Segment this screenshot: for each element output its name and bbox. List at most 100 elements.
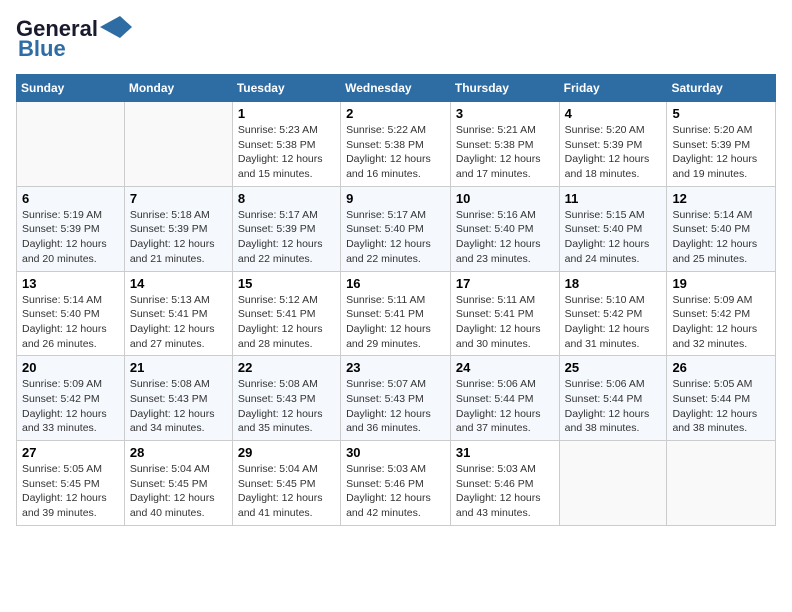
day-number: 6: [22, 191, 119, 206]
calendar-week-row: 27 Sunrise: 5:05 AMSunset: 5:45 PMDayligh…: [17, 441, 776, 526]
calendar-cell: 4 Sunrise: 5:20 AMSunset: 5:39 PMDaylight…: [559, 102, 667, 187]
day-number: 22: [238, 360, 335, 375]
day-info: Sunrise: 5:12 AMSunset: 5:41 PMDaylight:…: [238, 293, 335, 352]
calendar-cell: 12 Sunrise: 5:14 AMSunset: 5:40 PMDayligh…: [667, 186, 776, 271]
day-info: Sunrise: 5:21 AMSunset: 5:38 PMDaylight:…: [456, 123, 554, 182]
day-info: Sunrise: 5:07 AMSunset: 5:43 PMDaylight:…: [346, 377, 445, 436]
day-info: Sunrise: 5:17 AMSunset: 5:39 PMDaylight:…: [238, 208, 335, 267]
day-number: 9: [346, 191, 445, 206]
calendar-cell: 1 Sunrise: 5:23 AMSunset: 5:38 PMDaylight…: [232, 102, 340, 187]
calendar-body: 1 Sunrise: 5:23 AMSunset: 5:38 PMDaylight…: [17, 102, 776, 526]
day-number: 18: [565, 276, 662, 291]
calendar-week-row: 1 Sunrise: 5:23 AMSunset: 5:38 PMDaylight…: [17, 102, 776, 187]
day-number: 24: [456, 360, 554, 375]
day-number: 4: [565, 106, 662, 121]
calendar-cell: 14 Sunrise: 5:13 AMSunset: 5:41 PMDayligh…: [124, 271, 232, 356]
calendar-cell: 26 Sunrise: 5:05 AMSunset: 5:44 PMDayligh…: [667, 356, 776, 441]
day-number: 2: [346, 106, 445, 121]
day-number: 3: [456, 106, 554, 121]
day-number: 11: [565, 191, 662, 206]
calendar-cell: 28 Sunrise: 5:04 AMSunset: 5:45 PMDayligh…: [124, 441, 232, 526]
day-info: Sunrise: 5:05 AMSunset: 5:45 PMDaylight:…: [22, 462, 119, 521]
calendar-header-row: SundayMondayTuesdayWednesdayThursdayFrid…: [17, 75, 776, 102]
day-info: Sunrise: 5:03 AMSunset: 5:46 PMDaylight:…: [346, 462, 445, 521]
day-number: 28: [130, 445, 227, 460]
calendar-cell: [559, 441, 667, 526]
day-info: Sunrise: 5:08 AMSunset: 5:43 PMDaylight:…: [130, 377, 227, 436]
calendar-week-row: 13Sunrise: 5:14 AMSunset: 5:40 PMDayligh…: [17, 271, 776, 356]
calendar-cell: 30 Sunrise: 5:03 AMSunset: 5:46 PMDayligh…: [341, 441, 451, 526]
calendar-cell: 15 Sunrise: 5:12 AMSunset: 5:41 PMDayligh…: [232, 271, 340, 356]
day-info: Sunrise: 5:13 AMSunset: 5:41 PMDaylight:…: [130, 293, 227, 352]
logo: General Blue: [16, 16, 132, 62]
day-number: 31: [456, 445, 554, 460]
calendar-week-row: 20 Sunrise: 5:09 AMSunset: 5:42 PMDayligh…: [17, 356, 776, 441]
day-info: Sunrise: 5:17 AMSunset: 5:40 PMDaylight:…: [346, 208, 445, 267]
calendar-cell: 21 Sunrise: 5:08 AMSunset: 5:43 PMDayligh…: [124, 356, 232, 441]
calendar-cell: 17Sunrise: 5:11 AMSunset: 5:41 PMDayligh…: [450, 271, 559, 356]
day-info: Sunrise: 5:09 AMSunset: 5:42 PMDaylight:…: [22, 377, 119, 436]
day-info: Sunrise: 5:06 AMSunset: 5:44 PMDaylight:…: [456, 377, 554, 436]
weekday-header-sunday: Sunday: [17, 75, 125, 102]
calendar-cell: 11 Sunrise: 5:15 AMSunset: 5:40 PMDayligh…: [559, 186, 667, 271]
day-number: 19: [672, 276, 770, 291]
logo-blue: Blue: [18, 36, 66, 62]
weekday-header-tuesday: Tuesday: [232, 75, 340, 102]
weekday-header-wednesday: Wednesday: [341, 75, 451, 102]
calendar-cell: 16Sunrise: 5:11 AMSunset: 5:41 PMDayligh…: [341, 271, 451, 356]
day-number: 13: [22, 276, 119, 291]
logo-bird-icon: [100, 16, 132, 38]
calendar-cell: 3 Sunrise: 5:21 AMSunset: 5:38 PMDaylight…: [450, 102, 559, 187]
day-info: Sunrise: 5:20 AMSunset: 5:39 PMDaylight:…: [672, 123, 770, 182]
calendar-cell: 19 Sunrise: 5:09 AMSunset: 5:42 PMDayligh…: [667, 271, 776, 356]
weekday-header-friday: Friday: [559, 75, 667, 102]
calendar-cell: 27 Sunrise: 5:05 AMSunset: 5:45 PMDayligh…: [17, 441, 125, 526]
calendar-cell: 20 Sunrise: 5:09 AMSunset: 5:42 PMDayligh…: [17, 356, 125, 441]
day-info: Sunrise: 5:14 AMSunset: 5:40 PMDaylight:…: [672, 208, 770, 267]
day-info: Sunrise: 5:05 AMSunset: 5:44 PMDaylight:…: [672, 377, 770, 436]
day-number: 1: [238, 106, 335, 121]
calendar-cell: 6Sunrise: 5:19 AMSunset: 5:39 PMDaylight…: [17, 186, 125, 271]
day-info: Sunrise: 5:18 AMSunset: 5:39 PMDaylight:…: [130, 208, 227, 267]
day-number: 14: [130, 276, 227, 291]
day-info: Sunrise: 5:15 AMSunset: 5:40 PMDaylight:…: [565, 208, 662, 267]
day-number: 26: [672, 360, 770, 375]
day-info: Sunrise: 5:22 AMSunset: 5:38 PMDaylight:…: [346, 123, 445, 182]
day-info: Sunrise: 5:09 AMSunset: 5:42 PMDaylight:…: [672, 293, 770, 352]
calendar-cell: 5 Sunrise: 5:20 AMSunset: 5:39 PMDaylight…: [667, 102, 776, 187]
calendar-cell: 23Sunrise: 5:07 AMSunset: 5:43 PMDayligh…: [341, 356, 451, 441]
day-number: 25: [565, 360, 662, 375]
day-info: Sunrise: 5:20 AMSunset: 5:39 PMDaylight:…: [565, 123, 662, 182]
day-number: 20: [22, 360, 119, 375]
calendar-cell: [17, 102, 125, 187]
calendar-cell: [667, 441, 776, 526]
calendar-week-row: 6Sunrise: 5:19 AMSunset: 5:39 PMDaylight…: [17, 186, 776, 271]
day-number: 12: [672, 191, 770, 206]
day-number: 10: [456, 191, 554, 206]
day-info: Sunrise: 5:11 AMSunset: 5:41 PMDaylight:…: [346, 293, 445, 352]
weekday-header-monday: Monday: [124, 75, 232, 102]
calendar-cell: 8 Sunrise: 5:17 AMSunset: 5:39 PMDaylight…: [232, 186, 340, 271]
calendar-cell: 2 Sunrise: 5:22 AMSunset: 5:38 PMDaylight…: [341, 102, 451, 187]
day-number: 7: [130, 191, 227, 206]
day-info: Sunrise: 5:03 AMSunset: 5:46 PMDaylight:…: [456, 462, 554, 521]
calendar-cell: 9 Sunrise: 5:17 AMSunset: 5:40 PMDaylight…: [341, 186, 451, 271]
day-info: Sunrise: 5:16 AMSunset: 5:40 PMDaylight:…: [456, 208, 554, 267]
weekday-header-saturday: Saturday: [667, 75, 776, 102]
calendar-cell: 31 Sunrise: 5:03 AMSunset: 5:46 PMDayligh…: [450, 441, 559, 526]
day-number: 27: [22, 445, 119, 460]
day-number: 21: [130, 360, 227, 375]
day-number: 17: [456, 276, 554, 291]
page-header: General Blue: [16, 16, 776, 62]
calendar-cell: 24 Sunrise: 5:06 AMSunset: 5:44 PMDayligh…: [450, 356, 559, 441]
day-number: 30: [346, 445, 445, 460]
day-info: Sunrise: 5:08 AMSunset: 5:43 PMDaylight:…: [238, 377, 335, 436]
day-number: 15: [238, 276, 335, 291]
calendar-cell: 29Sunrise: 5:04 AMSunset: 5:45 PMDayligh…: [232, 441, 340, 526]
day-info: Sunrise: 5:23 AMSunset: 5:38 PMDaylight:…: [238, 123, 335, 182]
day-number: 5: [672, 106, 770, 121]
day-number: 8: [238, 191, 335, 206]
day-number: 29: [238, 445, 335, 460]
day-info: Sunrise: 5:04 AMSunset: 5:45 PMDaylight:…: [130, 462, 227, 521]
calendar-cell: 13Sunrise: 5:14 AMSunset: 5:40 PMDayligh…: [17, 271, 125, 356]
